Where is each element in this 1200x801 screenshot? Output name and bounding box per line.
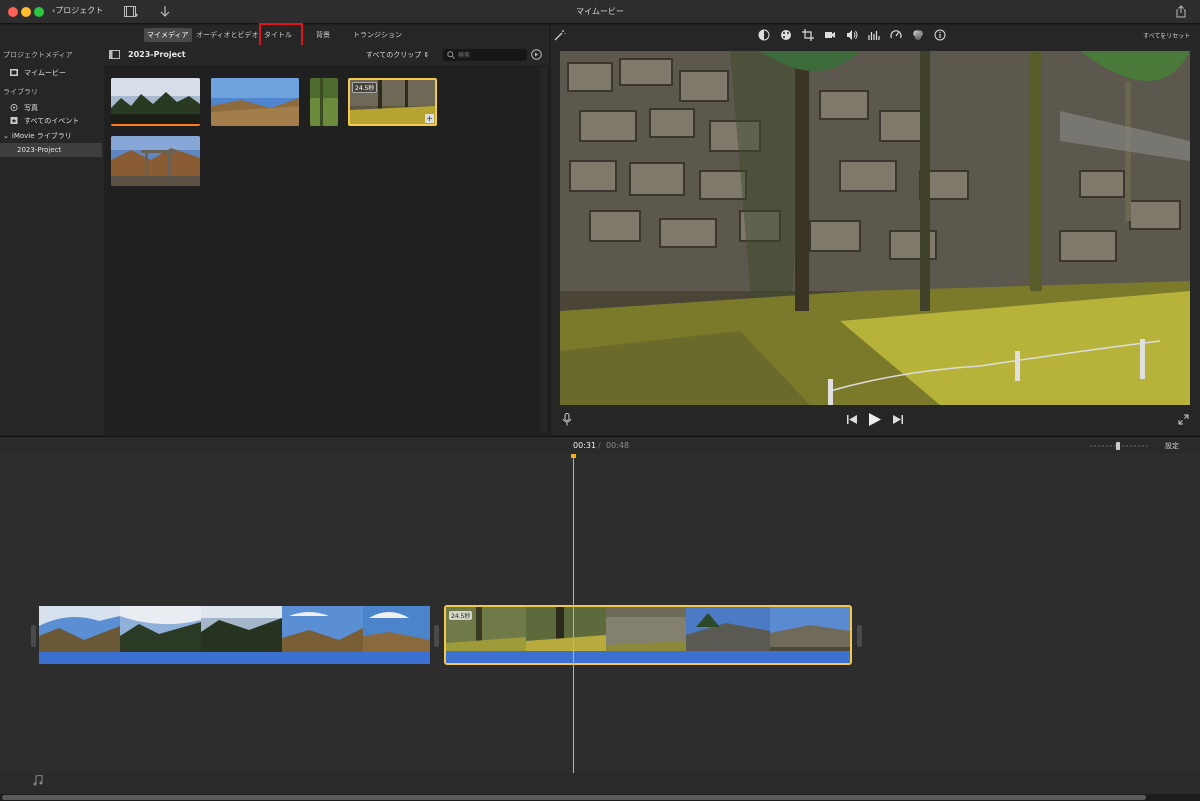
playhead-knob[interactable] — [571, 454, 576, 458]
film-strip-icon[interactable] — [124, 6, 138, 17]
clip-trim-handle-right[interactable] — [857, 625, 862, 647]
grass-thumbnail — [310, 78, 338, 126]
library-sidebar: プロジェクトメディア マイムービー ライブラリ 写真 すべてのイベント ⌄ iMo… — [0, 45, 104, 435]
skip-back-icon[interactable] — [847, 415, 858, 424]
film-icon — [10, 69, 18, 76]
video-preview — [560, 51, 1190, 405]
volume-icon[interactable] — [846, 29, 858, 41]
scrollbar-thumb[interactable] — [2, 795, 1146, 800]
media-clip-thumbnail[interactable] — [211, 78, 299, 126]
close-window-button[interactable] — [8, 7, 18, 17]
play-icon[interactable] — [869, 413, 881, 426]
sidebar-item-all-events[interactable]: すべてのイベント — [10, 116, 79, 126]
clip-filter-select[interactable]: すべてのクリップ ⇕ — [366, 50, 429, 60]
back-to-projects-button[interactable]: ‹プロジェクト — [52, 5, 103, 16]
sidebar-item-2023-project[interactable]: 2023-Project — [17, 146, 61, 154]
media-clip-thumbnail[interactable] — [111, 136, 200, 186]
bare-trees-thumbnail — [211, 78, 299, 126]
annotation-highlight-box — [259, 23, 303, 47]
clip-trim-handle-left[interactable] — [31, 625, 36, 647]
sidebar-item-label: すべてのイベント — [24, 117, 80, 125]
clip-audio-waveform — [39, 652, 430, 664]
clip-duration-badge: 24.5秒 — [449, 611, 473, 620]
forest-sky-thumbnail — [111, 78, 200, 126]
music-note-icon — [33, 775, 43, 786]
timeline-settings-button[interactable]: 設定 — [1165, 441, 1179, 451]
color-balance-icon[interactable] — [758, 29, 770, 41]
crop-icon[interactable] — [802, 29, 814, 41]
time-separator: / — [598, 441, 601, 450]
tab-backgrounds[interactable]: 背景 — [313, 28, 333, 42]
total-time: 00:48 — [606, 441, 630, 450]
sidebar-item-label: 写真 — [24, 104, 38, 112]
search-field[interactable] — [443, 49, 527, 61]
browser-scrollbar[interactable] — [540, 67, 547, 432]
disclosure-chevron-icon: ⌄ — [3, 132, 9, 140]
window-title: マイムービー — [576, 7, 624, 16]
skip-forward-icon[interactable] — [892, 415, 903, 424]
tab-transitions[interactable]: トランジション — [350, 28, 405, 42]
sidebar-heading-libraries: ライブラリ — [3, 88, 38, 96]
sidebar-item-label: マイムービー — [24, 69, 66, 77]
search-input[interactable] — [458, 49, 524, 61]
sidebar-item-photos[interactable]: 写真 — [10, 103, 38, 113]
timeline-horizontal-scrollbar[interactable] — [0, 794, 1200, 801]
clip-filter-icon[interactable] — [912, 29, 924, 41]
filter-options-icon[interactable] — [531, 49, 542, 60]
clip-filmstrip — [39, 606, 430, 652]
clip-trim-handle-middle[interactable] — [434, 625, 439, 647]
torii-gate-thumbnail — [111, 136, 200, 186]
stabilization-camera-icon[interactable] — [824, 29, 836, 41]
noise-reduction-equalizer-icon[interactable] — [868, 29, 880, 41]
browser-header: 2023-Project すべてのクリップ ⇕ — [104, 45, 549, 65]
stone-wall-forest-frame — [560, 51, 1190, 405]
reset-all-button[interactable]: すべてをリセット — [1143, 31, 1190, 40]
browser-project-title: 2023-Project — [128, 50, 186, 59]
playhead[interactable] — [573, 454, 574, 794]
sidebar-toggle-icon[interactable] — [109, 50, 120, 59]
timeline-clip[interactable] — [39, 606, 430, 664]
used-in-project-bar — [111, 124, 200, 126]
search-icon — [447, 51, 455, 59]
title-bar: ‹プロジェクト マイムービー — [0, 0, 1200, 24]
back-to-projects-label: プロジェクト — [55, 6, 104, 15]
tab-audio-video[interactable]: オーディオとビデオ — [193, 28, 262, 42]
share-icon[interactable] — [1176, 5, 1186, 18]
star-icon — [10, 117, 18, 124]
sidebar-item-label: iMovie ライブラリ — [11, 132, 72, 140]
timeline-zoom-slider[interactable] — [1090, 441, 1148, 451]
photos-icon — [10, 104, 18, 111]
clip-audio-waveform — [446, 651, 850, 663]
fullscreen-icon[interactable] — [1178, 414, 1189, 425]
media-clip-thumbnail[interactable] — [111, 78, 200, 126]
timeline-header: 00:31 / 00:48 設定 — [0, 436, 1200, 454]
info-icon[interactable] — [934, 29, 946, 41]
import-arrow-icon[interactable] — [160, 5, 170, 18]
microphone-icon[interactable] — [562, 413, 572, 426]
speed-gauge-icon[interactable] — [890, 29, 902, 41]
clip-filmstrip — [446, 607, 850, 653]
zoom-window-button[interactable] — [34, 7, 44, 17]
tab-my-media[interactable]: マイメディア — [144, 28, 192, 42]
media-clip-thumbnail[interactable] — [310, 78, 338, 126]
media-browser: 2023-Project すべてのクリップ ⇕ 検索 24.5秒 + — [104, 45, 549, 435]
minimize-window-button[interactable] — [21, 7, 31, 17]
selected-timeline-clip[interactable]: 24.5秒 — [444, 605, 852, 665]
viewer-panel: すべてをリセット — [551, 25, 1200, 435]
color-palette-icon[interactable] — [780, 29, 792, 41]
up-down-chevron-icon: ⇕ — [423, 51, 430, 59]
magic-wand-icon[interactable] — [554, 29, 566, 41]
clip-filter-label: すべてのクリップ — [366, 51, 422, 59]
clip-duration-badge: 24.5秒 — [352, 82, 378, 93]
sidebar-item-imovie-library[interactable]: ⌄ iMovie ライブラリ — [3, 131, 72, 141]
selected-media-clip-thumbnail[interactable]: 24.5秒 + — [348, 78, 437, 126]
imovie-window: ‹プロジェクト マイムービー マイメディア オーディオとビデオ タイトル 背景 … — [0, 0, 1200, 801]
sidebar-heading-project-media: プロジェクトメディア — [3, 51, 73, 59]
add-to-timeline-icon[interactable]: + — [425, 114, 434, 123]
current-time: 00:31 — [573, 441, 597, 450]
sidebar-item-my-movie[interactable]: マイムービー — [10, 68, 66, 78]
